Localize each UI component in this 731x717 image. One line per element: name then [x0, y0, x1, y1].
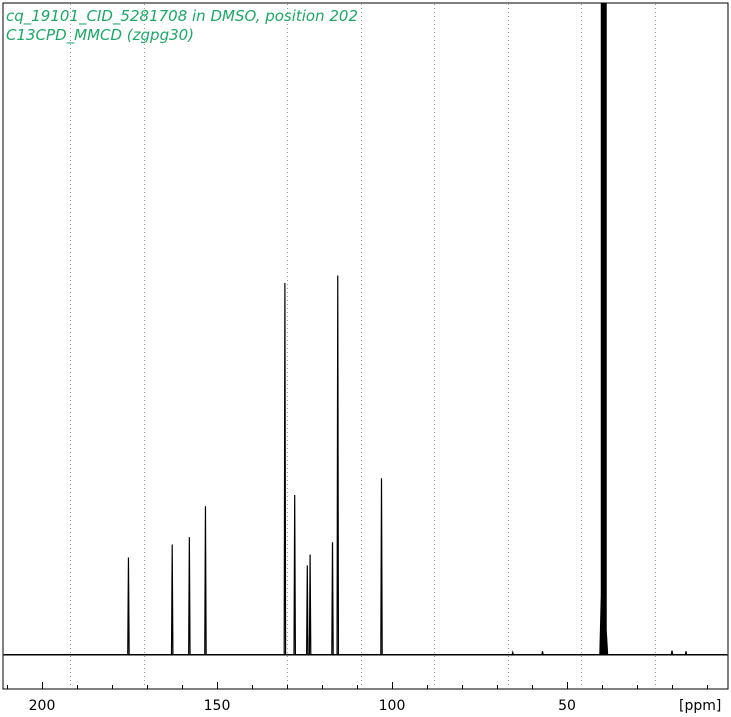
- peak-4: [283, 282, 287, 656]
- peak-10: [380, 478, 383, 656]
- peak-8: [331, 542, 334, 656]
- x-tick-label-2: 100: [379, 698, 406, 714]
- peak-7: [308, 554, 312, 656]
- plot-frame: [2, 2, 729, 690]
- peak-14: [670, 650, 674, 656]
- peak-6: [306, 565, 309, 656]
- x-tick-label-1: 150: [204, 698, 231, 714]
- spectrum-trace: [4, 3, 727, 656]
- chart-title-line-2: C13CPD_MMCD (zgpg30): [6, 26, 194, 45]
- peak-0: [127, 557, 130, 656]
- chart-title-line-1: cq_19101_CID_5281708 in DMSO, position 2…: [6, 7, 358, 26]
- peak-3: [204, 506, 207, 656]
- x-tick-label-3: 50: [558, 698, 576, 714]
- nmr-spectrum-chart: 200 150 100 50 cq_19101_CID_5281708 in DMSO…: [2, 2, 729, 714]
- x-tick-label-0: 200: [29, 698, 56, 714]
- peak-15: [684, 651, 688, 656]
- peak-9: [336, 275, 340, 656]
- peak-2: [188, 537, 191, 656]
- peak-12: [541, 651, 544, 656]
- peak-5: [293, 495, 296, 656]
- peak-1: [170, 544, 174, 656]
- peak-11: [599, 3, 609, 656]
- x-axis-unit-label: [ppm]: [679, 698, 721, 714]
- peak-13: [511, 650, 515, 656]
- x-axis-ticks: 200 150 100 50: [7, 682, 708, 714]
- grid-lines: [70, 4, 656, 688]
